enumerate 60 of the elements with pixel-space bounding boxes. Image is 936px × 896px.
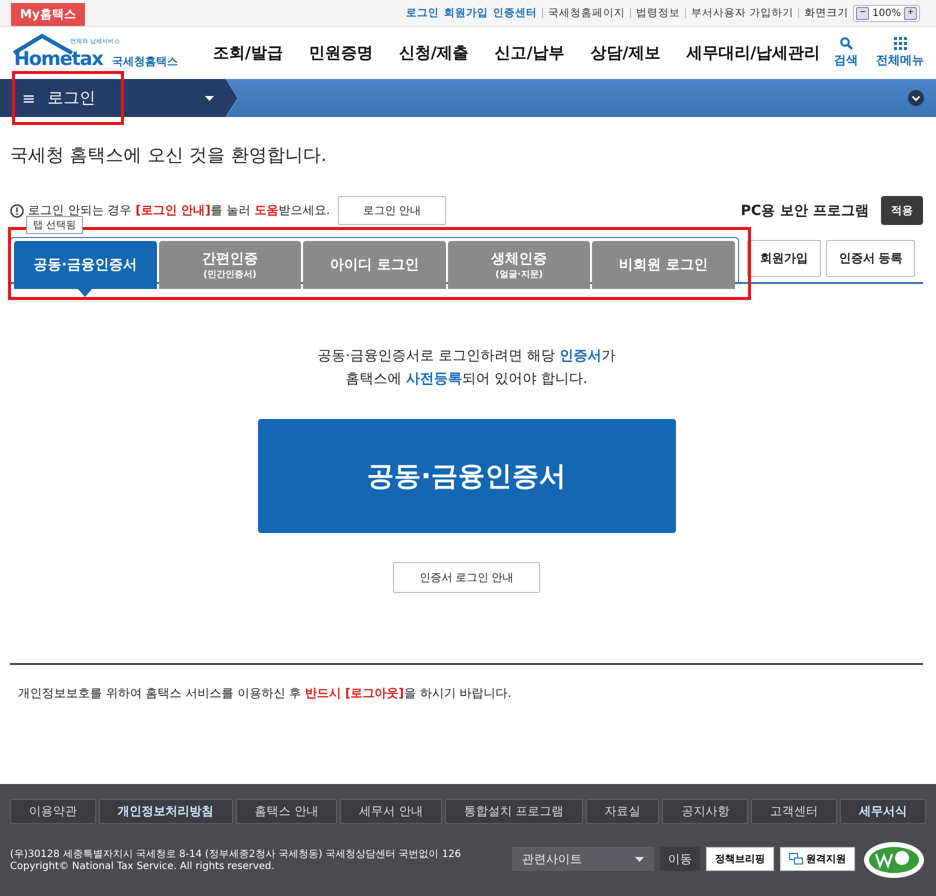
apply-button[interactable]: 적용	[881, 196, 923, 225]
tab-pointer-icon	[78, 289, 92, 297]
login-guide-button[interactable]: 로그인 안내	[338, 196, 446, 225]
remote-support-button[interactable]: 원격지원	[780, 847, 855, 871]
side-button[interactable]: 인증서 등록	[826, 240, 916, 277]
top-link[interactable]: 법령정보	[636, 6, 680, 20]
login-help-text: 로그인 안되는 경우 [로그인 안내]를 눌러 도움받으세요.	[28, 202, 330, 219]
top-link[interactable]: 인증센터	[493, 6, 538, 20]
footer-link[interactable]: 공지사항	[662, 799, 748, 824]
description-text: 홈택스에 사전등록되어 있어야 합니다.	[344, 371, 588, 387]
logo-wordmark[interactable]: Hometax	[14, 48, 103, 70]
address-text: (우)30128 세종특별자치시 국세청로 8-14 (정부세종2청사 국세청동) 국세청상담센터 국번없이 126	[10, 848, 462, 860]
info-icon	[10, 204, 24, 218]
certificate-login-button[interactable]: 공동·금융인증서	[258, 419, 676, 533]
footer-link[interactable]: 자료실	[586, 799, 660, 824]
caret-icon	[635, 856, 644, 862]
top-link[interactable]: 국세청홈페이지	[548, 6, 626, 20]
privacy-note: 개인정보보호를 위하여 홈택스 서비스를 이용하신 후 반드시 [로그아웃]을 하시기 바랍니다.	[18, 685, 512, 702]
footer-link[interactable]: 고객센터	[751, 799, 838, 824]
briefing-link[interactable]: 정책브리핑	[706, 847, 774, 871]
top-link[interactable]: 회원가입	[444, 6, 488, 20]
go-button[interactable]: 이동	[660, 847, 700, 871]
security-program-label: PC용 보안 프로그램	[740, 202, 869, 220]
copyright-text: Copyright© National Tax Service. All rights reserved.	[10, 860, 276, 872]
description-text: 공동·금융인증서로 로그인하려면 해당 인증서가	[316, 348, 616, 364]
location-title: 로그인	[47, 88, 96, 108]
all-menu-button[interactable]: 전체메뉴	[876, 37, 924, 69]
nav-menu-item[interactable]: 민원증명	[308, 42, 373, 64]
zoom-value: 100%	[872, 8, 901, 18]
welcome-heading: 국세청 홈택스에 오신 것을 환영합니다.	[10, 144, 328, 167]
search-button[interactable]: 검색	[834, 37, 858, 69]
expand-icon[interactable]	[908, 90, 924, 106]
tooltip: 탭 선택됨	[26, 216, 84, 234]
footer-link[interactable]: 통합설치 프로그램	[444, 799, 583, 824]
nav-menu-item[interactable]: 세무대리/납세관리	[686, 42, 820, 64]
top-link[interactable]: 부서사용자 가입하기	[691, 6, 794, 20]
monitor-icon	[789, 853, 803, 865]
side-button[interactable]: 회원가입	[747, 240, 821, 277]
caret-icon	[205, 96, 214, 100]
footer-link[interactable]: 세무서 안내	[340, 799, 442, 824]
footer-link[interactable]: 세무서식	[840, 799, 926, 824]
nav-menu-item[interactable]: 신청/제출	[398, 42, 469, 64]
zoom-out-button[interactable]: −	[856, 6, 870, 20]
menu-icon: ≡	[22, 88, 36, 108]
footer-link[interactable]: 이용약관	[10, 799, 96, 824]
zoom-in-button[interactable]: +	[904, 6, 917, 20]
related-sites-select[interactable]: 관련사이트	[512, 847, 654, 871]
breadcrumb-arrow-icon	[226, 79, 240, 117]
nav-menu-item[interactable]: 상담/제보	[590, 42, 660, 64]
logo-subtitle: 국세청홈택스	[112, 54, 178, 69]
nav-menu-item[interactable]: 조회/발급	[213, 42, 283, 64]
top-link[interactable]: 로그인	[406, 6, 440, 20]
grid-menu-icon	[894, 37, 906, 50]
footer-link[interactable]: 개인정보처리방침	[98, 799, 233, 824]
search-icon	[840, 37, 852, 50]
my-hometax-button[interactable]: My홈택스	[11, 3, 85, 26]
nav-menu-item[interactable]: 신고/납부	[494, 42, 565, 64]
zoom-label: 화면크기	[804, 6, 848, 20]
footer-link[interactable]: 홈택스 안내	[236, 799, 338, 824]
certificate-guide-button[interactable]: 인증서 로그인 안내	[393, 562, 540, 593]
